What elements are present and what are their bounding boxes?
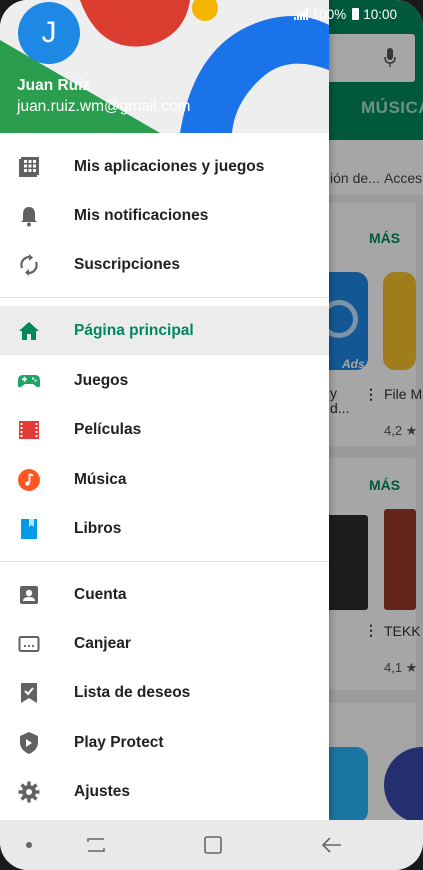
- battery-icon: [352, 8, 360, 20]
- menu-item-label: Juegos: [74, 371, 129, 389]
- clock: 10:00: [363, 6, 397, 22]
- menu-item-label: Lista de deseos: [74, 683, 191, 701]
- navigation-drawer: J Juan Ruiz juan.ruiz.wm@gmail.com Mis a…: [0, 0, 329, 820]
- menu-item-label: Canjear: [74, 634, 131, 652]
- menu-item-home[interactable]: Página principal: [0, 306, 329, 355]
- menu-item-account[interactable]: Cuenta: [0, 570, 329, 619]
- menu-item-music[interactable]: Música: [0, 455, 329, 504]
- gear-icon: [18, 781, 40, 803]
- menu-item-subscriptions[interactable]: Suscripciones: [0, 240, 329, 289]
- shield-icon: [20, 732, 38, 754]
- menu-item-notifications[interactable]: Mis notificaciones: [0, 191, 329, 240]
- user-email[interactable]: juan.ruiz.wm@gmail.com: [17, 98, 190, 116]
- refresh-icon: [20, 254, 38, 276]
- recent-apps-icon[interactable]: [85, 835, 107, 855]
- home-icon: [19, 322, 39, 340]
- status-bar: 100% 10:00: [293, 4, 397, 24]
- nav-dot-icon[interactable]: [26, 842, 32, 848]
- menu-divider: [0, 561, 329, 562]
- music-icon: [18, 469, 40, 491]
- menu-item-label: Mis notificaciones: [74, 206, 209, 224]
- menu-item-settings[interactable]: Ajustes: [0, 767, 329, 816]
- menu-item-label: Suscripciones: [74, 255, 180, 273]
- account-icon: [20, 586, 38, 604]
- system-nav-bar: [0, 820, 423, 870]
- user-name: Juan Ruiz: [17, 77, 91, 94]
- menu-item-label: Mis aplicaciones y juegos: [74, 157, 265, 175]
- menu-item-my-apps[interactable]: Mis aplicaciones y juegos: [0, 142, 329, 191]
- avatar[interactable]: J: [18, 2, 80, 64]
- menu-item-games[interactable]: Juegos: [0, 356, 329, 405]
- gamepad-icon: [18, 375, 40, 388]
- menu-item-play-protect[interactable]: Play Protect: [0, 718, 329, 767]
- menu-item-books[interactable]: Libros: [0, 504, 329, 553]
- apps-grid-icon: [19, 157, 39, 177]
- bell-icon: [21, 207, 37, 227]
- book-icon: [21, 519, 37, 539]
- menu-item-movies[interactable]: Películas: [0, 405, 329, 454]
- menu-item-label: Ajustes: [74, 782, 130, 800]
- drawer-header: J Juan Ruiz juan.ruiz.wm@gmail.com: [0, 0, 329, 133]
- film-icon: [19, 421, 39, 439]
- menu-item-label: Cuenta: [74, 585, 127, 603]
- menu-item-redeem[interactable]: Canjear: [0, 619, 329, 668]
- menu-item-label: Libros: [74, 519, 122, 537]
- home-button-icon[interactable]: [203, 835, 223, 855]
- battery-percent: 100%: [311, 6, 347, 22]
- menu-item-label: Página principal: [74, 321, 194, 339]
- menu-item-label: Música: [74, 470, 127, 488]
- menu-item-label: Play Protect: [74, 733, 164, 751]
- signal-icon: [293, 8, 308, 20]
- redeem-icon: [18, 636, 40, 652]
- menu-item-label: Películas: [74, 420, 142, 438]
- wishlist-icon: [21, 683, 37, 703]
- phone-screen: MÚSICA ión de... Acces MÁS Ads y d... ⋮ …: [0, 0, 423, 870]
- menu-item-wishlist[interactable]: Lista de deseos: [0, 668, 329, 717]
- menu-divider: [0, 297, 329, 298]
- back-icon[interactable]: [321, 835, 343, 855]
